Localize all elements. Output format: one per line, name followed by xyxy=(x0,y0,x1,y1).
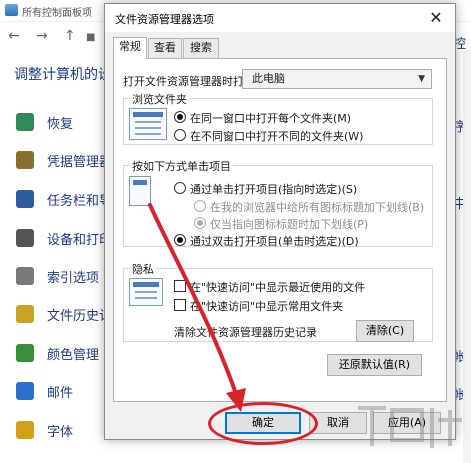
devices-printers-icon xyxy=(16,229,34,247)
cp-item-label: 凭据管理器 xyxy=(47,155,113,170)
color-management-icon xyxy=(16,344,34,362)
cp-item-color-management[interactable]: 颜色管理 xyxy=(16,341,106,365)
cp-item-file-history[interactable]: 文件历史记 xyxy=(16,302,112,326)
cp-item-taskbar[interactable]: 任务栏和导 xyxy=(16,187,112,211)
indexing-icon xyxy=(16,267,34,285)
checkbox-recent-files[interactable] xyxy=(174,280,186,292)
radio-underline-always[interactable] xyxy=(194,200,206,212)
folder-options-dialog: 文件资源管理器选项 ✕ 常规 查看 搜索 打开文件资源管理器时打开: 此电脑 ▼… xyxy=(104,3,456,440)
browse-folders-illustration-icon xyxy=(129,108,167,140)
open-explorer-value: 此电脑 xyxy=(252,72,285,85)
cp-item-recovery[interactable]: 恢复 xyxy=(16,110,106,134)
open-explorer-label: 打开文件资源管理器时打开: xyxy=(123,75,259,88)
address-bar-icon[interactable]: ■ xyxy=(86,32,95,43)
cp-item-label: 颜色管理 xyxy=(47,348,100,363)
cp-item-label: 任务栏和导 xyxy=(47,194,113,209)
cp-item-devices-printers[interactable]: 设备和打印 xyxy=(16,226,112,250)
credential-manager-icon xyxy=(16,151,34,169)
radio-underline-hover-label[interactable]: 仅当指向图标标题时加下划线(P) xyxy=(210,216,368,232)
open-explorer-select[interactable]: 此电脑 ▼ xyxy=(242,69,432,89)
cp-item-credential-manager[interactable]: 凭据管理器 xyxy=(16,148,112,172)
recovery-icon xyxy=(16,113,34,131)
click-items-title: 按如下方式单击项目 xyxy=(130,158,233,174)
control-panel-icon xyxy=(5,4,18,16)
checkbox-recent-files-label[interactable]: 在"快速访问"中显示最近使用的文件 xyxy=(190,279,365,295)
browse-folders-title: 浏览文件夹 xyxy=(130,91,189,107)
radio-double-click[interactable] xyxy=(174,234,186,246)
radio-same-window[interactable] xyxy=(174,111,186,123)
radio-new-window-label[interactable]: 在不同窗口中打开不同的文件夹(W) xyxy=(190,128,363,144)
click-items-group: 按如下方式单击项目 通过单击打开项目(指向时选定)(S) 在我的浏览器中给所有图… xyxy=(123,158,433,249)
radio-new-window[interactable] xyxy=(174,129,186,141)
cp-item-label: 字体 xyxy=(47,425,74,440)
tab-general[interactable]: 常规 xyxy=(113,37,147,59)
cp-item-mail[interactable]: 邮件 xyxy=(16,379,106,403)
checkbox-frequent-folders[interactable] xyxy=(174,299,186,311)
clear-history-label: 清除文件资源管理器历史记录 xyxy=(174,326,317,339)
privacy-illustration-icon xyxy=(129,278,163,306)
browse-folders-group: 浏览文件夹 在同一窗口中打开每个文件夹(M) 在不同窗口中打开不同的文件夹(W) xyxy=(123,91,433,145)
restore-defaults-button[interactable]: 还原默认值(R) xyxy=(327,354,422,376)
checkbox-frequent-folders-label[interactable]: 在"快速访问"中显示常用文件夹 xyxy=(190,298,343,314)
radio-same-window-label[interactable]: 在同一窗口中打开每个文件夹(M) xyxy=(190,110,351,126)
chevron-down-icon: ▼ xyxy=(418,74,425,84)
tab-view[interactable]: 查看 xyxy=(148,38,182,58)
cp-item-label: 文件历史记 xyxy=(47,309,113,324)
taskbar-icon xyxy=(16,190,34,208)
fonts-icon xyxy=(16,421,34,439)
click-items-illustration-icon xyxy=(129,176,151,206)
cp-item-label: 恢复 xyxy=(47,117,74,132)
file-history-icon xyxy=(16,305,34,323)
radio-single-click-label[interactable]: 通过单击打开项目(指向时选定)(S) xyxy=(190,181,357,197)
cp-item-fonts[interactable]: 字体 xyxy=(16,418,106,442)
radio-single-click[interactable] xyxy=(174,182,186,194)
cp-item-label: 邮件 xyxy=(47,386,74,401)
up-arrow-icon[interactable]: ↑ xyxy=(64,28,76,44)
annotation-highlight-oval xyxy=(208,402,318,445)
radio-double-click-label[interactable]: 通过双击打开项目(单击时选定)(D) xyxy=(190,233,359,249)
general-tab-panel: 打开文件资源管理器时打开: 此电脑 ▼ 浏览文件夹 在同一窗口中打开每个文件夹(… xyxy=(113,58,447,402)
radio-underline-always-label[interactable]: 在我的浏览器中给所有图标标题加下划线(B) xyxy=(210,199,424,215)
cp-item-label: 设备和打印 xyxy=(47,233,113,248)
watermark-logo xyxy=(358,406,462,448)
privacy-group: 隐私 在"快速访问"中显示最近使用的文件 在"快速访问"中显示常用文件夹 清除文… xyxy=(123,261,433,342)
dialog-title: 文件资源管理器选项 xyxy=(115,13,214,26)
back-arrow-icon[interactable]: ← xyxy=(8,28,20,44)
cp-item-label: 索引选项 xyxy=(47,271,100,286)
dialog-titlebar[interactable]: 文件资源管理器选项 ✕ xyxy=(105,4,455,32)
tab-search[interactable]: 搜索 xyxy=(183,38,219,58)
radio-underline-hover[interactable] xyxy=(194,217,206,229)
close-icon[interactable]: ✕ xyxy=(425,7,447,29)
clear-history-button[interactable]: 清除(C) xyxy=(356,320,414,342)
cp-item-indexing[interactable]: 索引选项 xyxy=(16,264,106,288)
privacy-title: 隐私 xyxy=(130,261,156,277)
control-panel-title: 所有控制面板项 xyxy=(22,8,92,19)
forward-arrow-icon[interactable]: → xyxy=(36,28,48,44)
mail-icon xyxy=(16,382,34,400)
